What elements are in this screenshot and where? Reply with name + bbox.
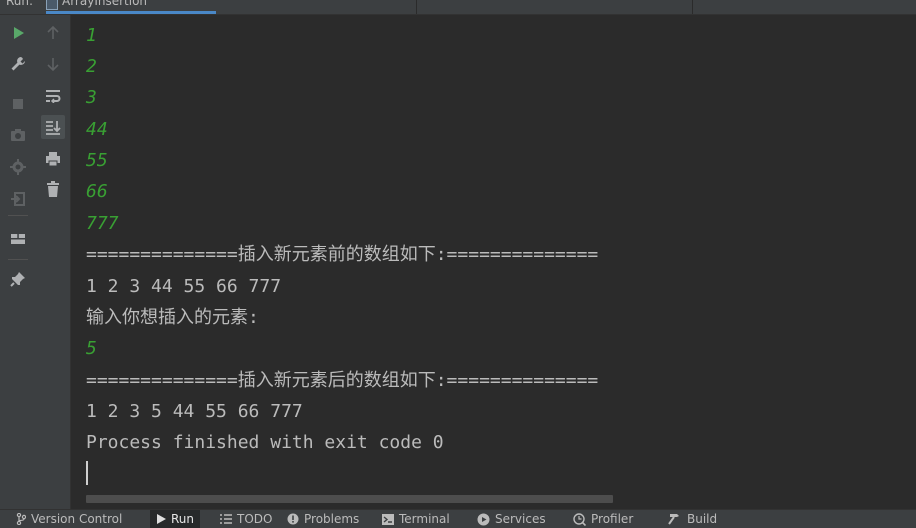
problems-label: Problems [304, 512, 360, 526]
warning-circle-icon [287, 513, 299, 525]
hammer-icon [668, 514, 679, 525]
profiler-button[interactable]: Profiler [573, 510, 633, 528]
trash-icon[interactable] [41, 177, 65, 201]
exit-icon[interactable] [6, 187, 30, 211]
profiler-label: Profiler [591, 512, 634, 526]
services-icon [477, 513, 490, 525]
tool-window-bar: Version Control Run TODO Problems Termin… [0, 509, 916, 528]
down-arrow-icon[interactable] [41, 52, 65, 76]
console-output-line: ==============插入新元素前的数组如下:============== [86, 244, 599, 265]
console-output-line: 1 2 3 44 55 66 777 [86, 276, 282, 297]
up-arrow-icon[interactable] [41, 21, 65, 45]
stop-icon[interactable] [6, 92, 30, 116]
wrench-icon[interactable] [6, 52, 30, 76]
version-control-label: Version Control [31, 512, 123, 526]
terminal-label: Terminal [399, 512, 450, 526]
console-output-line: Process finished with exit code 0 [86, 432, 444, 453]
scroll-to-end-icon[interactable] [41, 115, 65, 139]
console-input-line: 5 [86, 338, 97, 359]
play-icon [157, 514, 166, 524]
version-control-button[interactable]: Version Control [16, 510, 122, 528]
problems-button[interactable]: Problems [287, 510, 359, 528]
console-output-line: 1 2 3 5 44 55 66 777 [86, 401, 303, 422]
run-toolbar-primary [0, 15, 36, 509]
services-label: Services [495, 512, 546, 526]
run-tool-button[interactable]: Run [150, 510, 201, 528]
console-input-line: 2 [86, 56, 97, 77]
tab-run-configuration[interactable]: ArrayInsertion [46, 0, 216, 14]
toolbar-separator [8, 215, 28, 216]
console-output[interactable]: 1 2 3 44 55 66 777 ==============插入新元素前的数组如下:==… [71, 15, 916, 509]
console-input-line: 44 [86, 119, 108, 140]
horizontal-scrollbar[interactable] [86, 495, 613, 503]
pin-icon[interactable] [6, 267, 30, 291]
profiler-icon [573, 512, 586, 526]
tab-run-configuration-label: ArrayInsertion [62, 0, 148, 8]
todo-label: TODO [237, 512, 273, 526]
soft-wrap-icon[interactable] [41, 84, 65, 108]
todo-button[interactable]: TODO [220, 510, 272, 528]
branch-icon [16, 513, 26, 525]
list-icon [220, 514, 232, 524]
text-caret [86, 461, 88, 485]
layout-icon[interactable] [6, 227, 30, 251]
terminal-button[interactable]: Terminal [382, 510, 450, 528]
console-input-line: 1 [86, 25, 97, 46]
rerun-icon[interactable] [6, 21, 30, 45]
camera-icon[interactable] [6, 123, 30, 147]
print-icon[interactable] [41, 147, 65, 171]
console-output-line: ==============插入新元素后的数组如下:============== [86, 370, 599, 391]
run-tool-window-header: Run: ArrayInsertion [0, 0, 916, 15]
console-input-line: 3 [86, 87, 97, 108]
console-input-line: 66 [86, 181, 108, 202]
debug-settings-icon[interactable] [6, 155, 30, 179]
console-output-line: 输入你想插入的元素: [86, 307, 259, 328]
console-input-line: 55 [86, 150, 108, 171]
build-label: Build [687, 512, 718, 526]
run-tool-label: Run [171, 512, 195, 526]
console-input-line: 777 [86, 213, 119, 234]
toolbar-separator [8, 259, 28, 260]
run-toolbar-secondary [36, 15, 71, 509]
build-button[interactable]: Build [668, 510, 717, 528]
header-divider [416, 0, 417, 14]
tab-active-indicator [46, 11, 216, 14]
java-class-icon [46, 0, 58, 10]
services-button[interactable]: Services [477, 510, 546, 528]
header-divider [692, 0, 693, 14]
run-label: Run: [6, 0, 34, 8]
terminal-icon [382, 513, 394, 525]
